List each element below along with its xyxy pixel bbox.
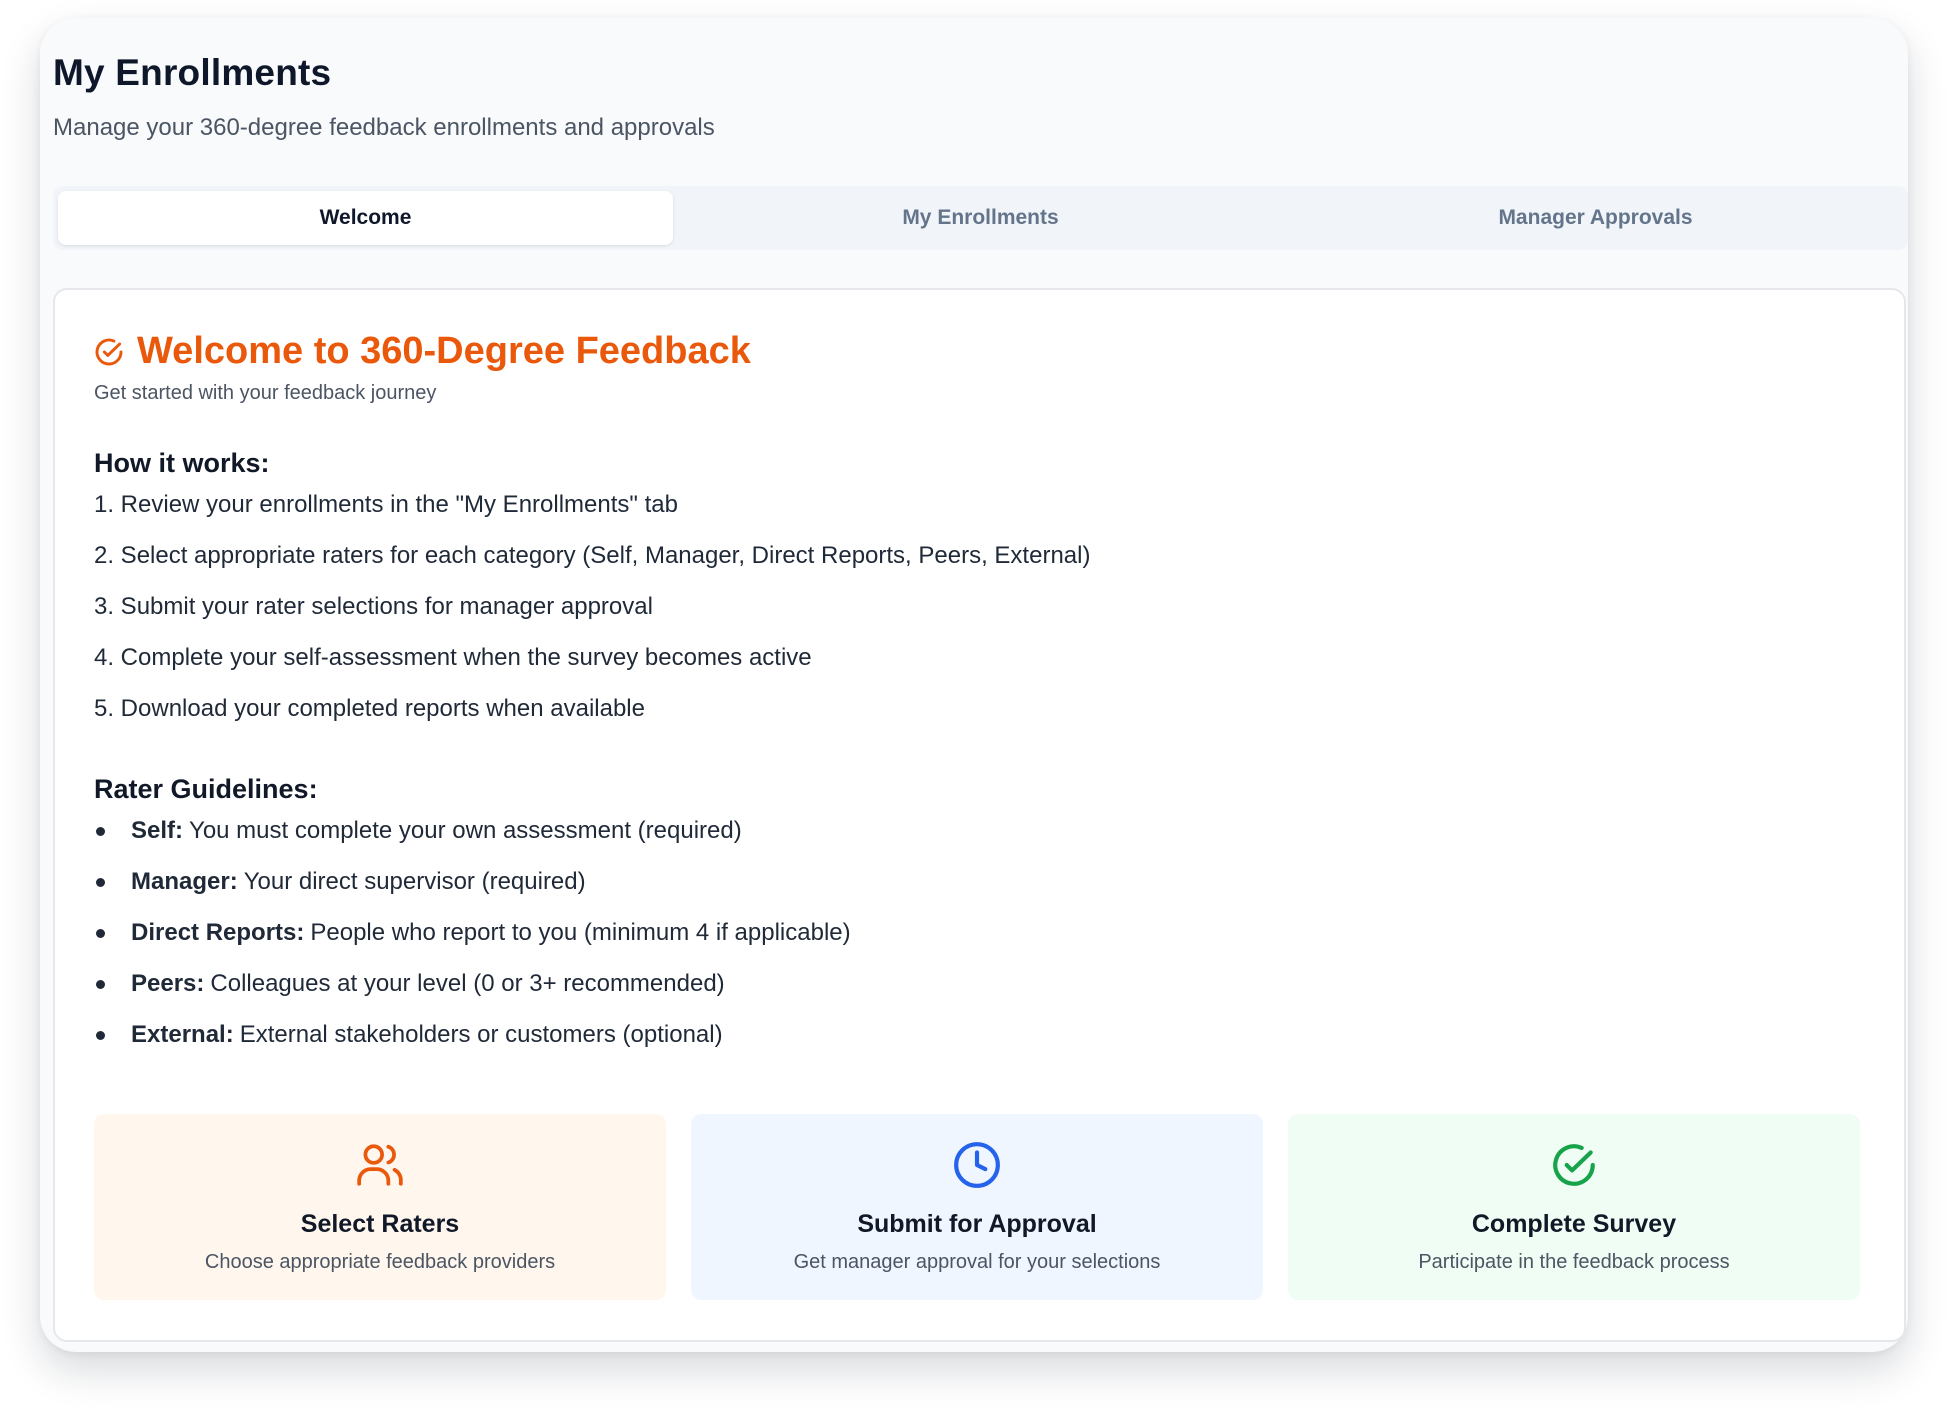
tab-bar: Welcome My Enrollments Manager Approvals xyxy=(53,186,1908,250)
bullet xyxy=(96,929,105,938)
card-title: Select Raters xyxy=(300,1210,460,1238)
bullet xyxy=(96,980,105,989)
step-item: 2. Select appropriate raters for each ca… xyxy=(94,542,1091,569)
circle-check-icon xyxy=(1553,1144,1595,1186)
tab-manager-approvals[interactable]: Manager Approvals xyxy=(1288,191,1903,245)
guideline-item: Direct Reports: People who report to you … xyxy=(94,918,851,969)
rater-guidelines-heading: Rater Guidelines: xyxy=(94,774,318,804)
submit-approval-card: Submit for Approval Get manager approval… xyxy=(691,1114,1263,1300)
circle-check-icon xyxy=(95,338,123,365)
bullet xyxy=(96,1031,105,1040)
guideline-term: Manager: xyxy=(131,868,238,895)
page-subtitle: Manage your 360-degree feedback enrollme… xyxy=(53,114,715,141)
bullet xyxy=(96,827,105,836)
bullet xyxy=(96,878,105,887)
welcome-header: Welcome to 360-Degree Feedback xyxy=(93,330,751,373)
guideline-item: Manager: Your direct supervisor (required… xyxy=(94,867,851,918)
tab-welcome[interactable]: Welcome xyxy=(58,191,673,245)
guideline-text: Colleagues at your level (0 or 3+ recomm… xyxy=(210,970,725,997)
how-it-works-heading: How it works: xyxy=(94,448,270,478)
card-title: Complete Survey xyxy=(1471,1210,1677,1238)
card-description: Get manager approval for your selections xyxy=(793,1251,1161,1273)
process-cards: Select Raters Choose appropriate feedbac… xyxy=(94,1114,1860,1300)
clock-icon xyxy=(954,1142,1000,1188)
page-title: My Enrollments xyxy=(53,52,332,93)
card-description: Choose appropriate feedback providers xyxy=(204,1251,556,1273)
guideline-text: You must complete your own assessment (r… xyxy=(189,817,742,844)
step-item: 3. Submit your rater selections for mana… xyxy=(94,593,653,620)
guideline-text: External stakeholders or customers (opti… xyxy=(239,1021,723,1048)
guideline-term: Self: xyxy=(131,817,184,844)
welcome-title: Welcome to 360-Degree Feedback xyxy=(137,330,751,372)
guidelines-list: Self: You must complete your own assessme… xyxy=(94,816,851,1071)
step-item: 5. Download your completed reports when … xyxy=(94,695,645,722)
step-item: 4. Complete your self-assessment when th… xyxy=(94,644,812,671)
users-icon xyxy=(357,1144,403,1186)
welcome-subtitle: Get started with your feedback journey xyxy=(94,382,437,404)
guideline-text: People who report to you (minimum 4 if a… xyxy=(310,919,851,946)
card-description: Participate in the feedback process xyxy=(1418,1251,1730,1273)
guideline-term: Direct Reports: xyxy=(131,919,305,946)
step-item: 1. Review your enrollments in the "My En… xyxy=(94,491,678,518)
tab-my-enrollments[interactable]: My Enrollments xyxy=(673,191,1288,245)
select-raters-card: Select Raters Choose appropriate feedbac… xyxy=(94,1114,666,1300)
complete-survey-card: Complete Survey Participate in the feedb… xyxy=(1288,1114,1860,1300)
guideline-text: Your direct supervisor (required) xyxy=(243,868,586,895)
welcome-card: Welcome to 360-Degree Feedback Get start… xyxy=(53,288,1906,1342)
guideline-item: Peers: Colleagues at your level (0 or 3+ … xyxy=(94,969,851,1020)
guideline-item: External: External stakeholders or custom… xyxy=(94,1020,851,1071)
steps-list: 1. Review your enrollments in the "My En… xyxy=(94,490,1090,745)
guideline-term: External: xyxy=(131,1021,234,1048)
guideline-term: Peers: xyxy=(131,970,205,997)
card-title: Submit for Approval xyxy=(857,1210,1097,1238)
guideline-item: Self: You must complete your own assessme… xyxy=(94,816,851,867)
